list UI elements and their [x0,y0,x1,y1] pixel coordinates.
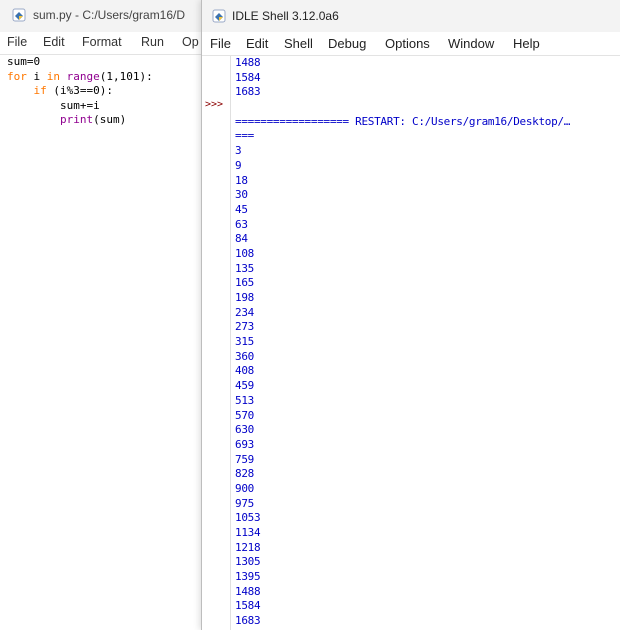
code-token: (1,101): [99,69,153,83]
code-editor-area[interactable]: sum=0 for i in range(1,101): if (i%3==0):… [7,55,153,128]
shell-restart-banner: ================== RESTART: C:/Users/gra… [235,114,571,128]
shell-output-line: 1395 [235,570,261,584]
shell-output-line: 693 [235,437,254,451]
editor-window-title: sum.py - C:/Users/gram16/D [33,8,186,22]
shell-output-line: 975 [235,496,254,510]
shell-output-line: 84 [235,232,248,246]
code-token: (i%3==0): [46,84,113,97]
shell-titlebar[interactable]: IDLE Shell 3.12.0a6 [202,0,620,32]
shell-window-title: IDLE Shell 3.12.0a6 [232,9,339,23]
shell-output-line: 1488 [235,584,261,598]
code-token: (sum) [93,113,127,126]
shell-output-line: 1488 [235,56,261,69]
shell-output-line: 759 [235,452,254,466]
shell-output-line: 1584 [235,599,261,613]
shell-output-line: 630 [235,423,254,437]
shell-prompt-gutter: >>> [202,56,231,630]
code-token: print [59,113,94,126]
code-line: if (i%3==0): [7,84,153,99]
code-token: range [66,69,100,83]
shell-menu-window[interactable]: Window [448,36,494,51]
editor-titlebar[interactable]: sum.py - C:/Users/gram16/D [0,0,205,32]
shell-window[interactable]: IDLE Shell 3.12.0a6 File Edit Shell Debu… [201,0,620,630]
shell-output-area[interactable]: 1488 1584 1683 ================== RESTART: … [235,56,620,629]
editor-menu-edit[interactable]: Edit [43,35,65,49]
shell-output-line: 234 [235,305,254,319]
editor-menubar: File Edit Format Run Op [0,32,205,55]
shell-output-line: 165 [235,276,254,290]
shell-output-line: 1134 [235,526,261,539]
code-line: for i in range(1,101): [7,70,153,85]
shell-prompt: >>> [205,99,224,110]
editor-menu-run[interactable]: Run [141,35,164,49]
editor-menu-format[interactable]: Format [82,35,122,49]
shell-output-line: 408 [235,364,254,378]
shell-restart-banner-cont: === [235,129,254,143]
shell-menu-edit[interactable]: Edit [246,36,268,51]
shell-output-line: 9 [235,158,242,172]
shell-output-line: 1305 [235,555,261,569]
shell-output-line: 828 [235,467,254,481]
editor-window[interactable]: sum.py - C:/Users/gram16/D File Edit For… [0,0,206,630]
shell-output-line: 63 [235,217,248,231]
python-idle-icon [212,9,226,23]
shell-output-line: 135 [235,261,254,275]
shell-menubar: File Edit Shell Debug Options Window Hel… [202,33,620,56]
code-token: for [7,69,27,83]
code-line: print(sum) [7,113,153,128]
shell-output-line: 198 [235,291,254,304]
shell-menu-shell[interactable]: Shell [284,36,313,51]
code-token: in [46,69,60,83]
shell-output-line: 315 [235,335,254,349]
shell-output-line: 360 [235,349,254,363]
shell-output-line: 108 [235,246,254,260]
editor-menu-options[interactable]: Op [182,35,199,49]
code-token: if [33,84,47,97]
shell-output-line: 1053 [235,511,261,525]
shell-menu-file[interactable]: File [210,36,231,51]
shell-output-line: 30 [235,188,248,202]
code-token: sum=0 [7,55,41,68]
shell-output-line: 570 [235,408,254,422]
editor-menu-file[interactable]: File [7,35,27,49]
shell-output-line: 18 [235,173,248,187]
code-token: i [26,69,47,83]
shell-output-line [235,100,620,115]
shell-output-line: 1218 [235,540,261,554]
shell-output-line: 45 [235,202,248,216]
shell-output-line: 1683 [235,85,261,99]
code-line: sum+=i [7,99,153,114]
code-token: sum+=i [7,98,100,112]
python-idle-icon [12,8,26,22]
shell-output-line: 3 [235,144,242,158]
shell-output-line: 273 [235,320,254,334]
shell-output-line: 513 [235,393,254,407]
shell-output-line: 900 [235,481,254,495]
shell-output-line: 459 [235,379,254,393]
shell-menu-debug[interactable]: Debug [328,36,366,51]
shell-output-line: 1683 [235,614,261,628]
shell-menu-help[interactable]: Help [513,36,540,51]
shell-menu-options[interactable]: Options [385,36,430,51]
shell-output-line: 1584 [235,70,261,84]
code-line: sum=0 [7,55,153,70]
